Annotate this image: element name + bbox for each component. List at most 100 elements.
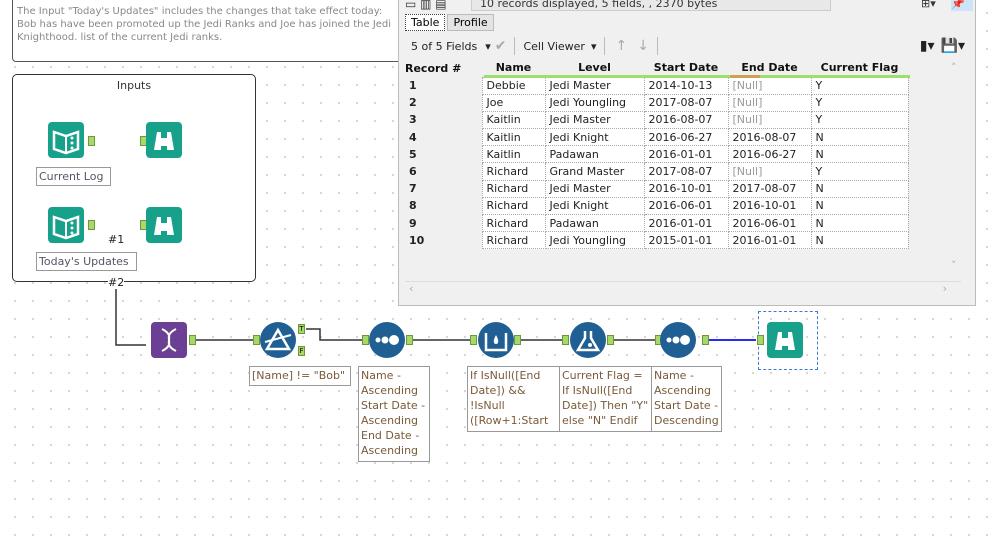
table-cell[interactable]: [Null]: [727, 76, 812, 95]
sort-tool-1[interactable]: [369, 322, 405, 358]
table-cell[interactable]: Richard: [481, 162, 546, 181]
table-row[interactable]: 7 Richard Jedi Master 2016-10-01 2017-08-07 N: [405, 179, 909, 198]
table-cell[interactable]: 2017-08-07: [643, 162, 729, 181]
table-cell[interactable]: Richard: [481, 196, 546, 216]
table-cell[interactable]: 2016-01-01: [643, 213, 729, 233]
table-cell[interactable]: 2: [405, 94, 482, 112]
table-cell[interactable]: N: [810, 231, 909, 250]
table-row[interactable]: 4 Kaitlin Jedi Knight 2016-06-27 2016-08-07 N: [405, 128, 909, 147]
input-data-tool-current-log[interactable]: [48, 122, 84, 158]
cell-viewer-select[interactable]: Cell Viewer: [523, 40, 584, 53]
table-row[interactable]: 3 Kaitlin Jedi Master 2016-08-07 [Null] Y: [405, 110, 909, 130]
table-cell[interactable]: Y: [810, 76, 909, 95]
fields-select[interactable]: 5 of 5 Fields: [411, 40, 477, 53]
table-cell[interactable]: Jedi Youngling: [544, 93, 645, 112]
table-cell[interactable]: Y: [810, 110, 909, 130]
table-cell[interactable]: Joe: [481, 93, 546, 112]
browse-tool-output[interactable]: [767, 322, 803, 358]
table-cell[interactable]: 2017-08-07: [643, 93, 729, 112]
output-anchor[interactable]: [514, 335, 521, 345]
sort-tool-2[interactable]: [660, 322, 696, 358]
table-cell[interactable]: Kaitlin: [481, 145, 546, 164]
table-cell[interactable]: 2016-01-01: [643, 145, 729, 164]
table-cell[interactable]: 2016-06-01: [727, 213, 812, 233]
filter-false-anchor[interactable]: F: [298, 346, 305, 356]
save-icon[interactable]: 💾▾: [941, 38, 965, 54]
table-cell[interactable]: Grand Master: [544, 162, 645, 181]
table-cell[interactable]: 6: [405, 162, 482, 181]
table-cell[interactable]: [Null]: [727, 162, 812, 181]
filter-tool[interactable]: [260, 322, 296, 358]
output-anchor[interactable]: [88, 220, 95, 230]
table-cell[interactable]: 7: [405, 180, 482, 198]
table-cell[interactable]: 2016-06-27: [727, 145, 812, 164]
table-cell[interactable]: N: [810, 213, 909, 233]
table-cell[interactable]: 10: [405, 231, 482, 249]
table-cell[interactable]: 2017-08-07: [727, 179, 812, 198]
scroll-down-icon[interactable]: ˅: [951, 259, 957, 272]
table-cell[interactable]: 1: [405, 77, 482, 95]
copy-icon[interactable]: ▮▾: [920, 38, 935, 54]
table-cell[interactable]: Kaitlin: [481, 110, 546, 130]
table-cell[interactable]: 5: [405, 145, 482, 163]
comment-box[interactable]: The Input "Today's Updates" includes the…: [12, 0, 402, 62]
table-cell[interactable]: Debbie: [481, 76, 546, 95]
multi-row-formula-tool[interactable]: [478, 322, 514, 358]
layout-icons[interactable]: ▭ ▥ ▤: [405, 0, 465, 11]
table-cell[interactable]: Jedi Master: [544, 179, 645, 198]
table-cell[interactable]: Kaitlin: [481, 128, 546, 147]
table-cell[interactable]: Jedi Master: [544, 110, 645, 130]
table-cell[interactable]: Y: [810, 162, 909, 181]
table-cell[interactable]: 2016-08-07: [643, 110, 729, 130]
browse-tool-1[interactable]: [146, 122, 182, 158]
pin-icon[interactable]: 📌: [951, 0, 973, 11]
table-cell[interactable]: [Null]: [727, 93, 812, 112]
table-cell[interactable]: 8: [405, 197, 482, 215]
output-anchor[interactable]: [88, 136, 95, 146]
table-cell[interactable]: 2014-10-13: [643, 76, 729, 95]
table-cell[interactable]: Padawan: [544, 213, 645, 233]
table-cell[interactable]: 2016-10-01: [643, 179, 729, 198]
table-cell[interactable]: Jedi Youngling: [544, 231, 645, 250]
input-anchor[interactable]: [562, 335, 569, 345]
input-anchor[interactable]: [757, 335, 764, 345]
input-anchor[interactable]: [470, 335, 477, 345]
output-anchor[interactable]: [406, 335, 413, 345]
table-cell[interactable]: Jedi Master: [544, 76, 645, 95]
table-cell[interactable]: Jedi Knight: [544, 128, 645, 147]
chevron-down-icon[interactable]: ▾: [591, 40, 597, 53]
table-cell[interactable]: 2015-01-01: [643, 231, 729, 250]
table-cell[interactable]: N: [810, 145, 909, 164]
table-cell[interactable]: 3: [405, 111, 482, 129]
table-row[interactable]: 5 Kaitlin Padawan 2016-01-01 2016-06-27 N: [405, 145, 909, 164]
table-cell[interactable]: Padawan: [544, 145, 645, 164]
table-row[interactable]: 10 Richard Jedi Youngling 2015-01-01 2016-01…: [405, 231, 909, 250]
add-icon[interactable]: ⊞▾: [921, 0, 936, 11]
table-cell[interactable]: 4: [405, 128, 482, 146]
table-cell[interactable]: 2016-01-01: [727, 231, 812, 250]
table-row[interactable]: 9 Richard Padawan 2016-01-01 2016-06-01 N: [405, 213, 909, 233]
arrow-up-icon[interactable]: ↑: [615, 38, 627, 54]
browse-tool-2[interactable]: [146, 207, 182, 243]
scroll-up-icon[interactable]: ˄: [951, 61, 957, 74]
chevron-down-icon[interactable]: ▾: [485, 40, 491, 53]
table-cell[interactable]: N: [810, 128, 909, 147]
tab-profile[interactable]: Profile: [447, 14, 494, 31]
filter-true-anchor[interactable]: T: [298, 324, 305, 334]
output-anchor[interactable]: [607, 335, 614, 345]
table-cell[interactable]: 2016-06-27: [643, 128, 729, 147]
horizontal-scrollbar[interactable]: ‹ ›: [405, 281, 961, 297]
table-cell[interactable]: Richard: [481, 213, 546, 233]
table-row[interactable]: 2 Joe Jedi Youngling 2017-08-07 [Null] Y: [405, 93, 909, 112]
check-icon[interactable]: ✔: [495, 38, 507, 54]
table-cell[interactable]: Richard: [481, 231, 546, 250]
table-cell[interactable]: Richard: [481, 179, 546, 198]
output-anchor[interactable]: [189, 335, 196, 345]
union-tool[interactable]: [151, 322, 187, 358]
table-row[interactable]: 6 Richard Grand Master 2017-08-07 [Null] Y: [405, 162, 909, 181]
table-cell[interactable]: 2016-10-01: [727, 196, 812, 216]
table-cell[interactable]: Jedi Knight: [544, 196, 645, 216]
table-row[interactable]: 1 Debbie Jedi Master 2014-10-13 [Null] Y: [405, 76, 909, 95]
table-cell[interactable]: 9: [405, 214, 482, 232]
output-anchor[interactable]: [702, 335, 709, 345]
